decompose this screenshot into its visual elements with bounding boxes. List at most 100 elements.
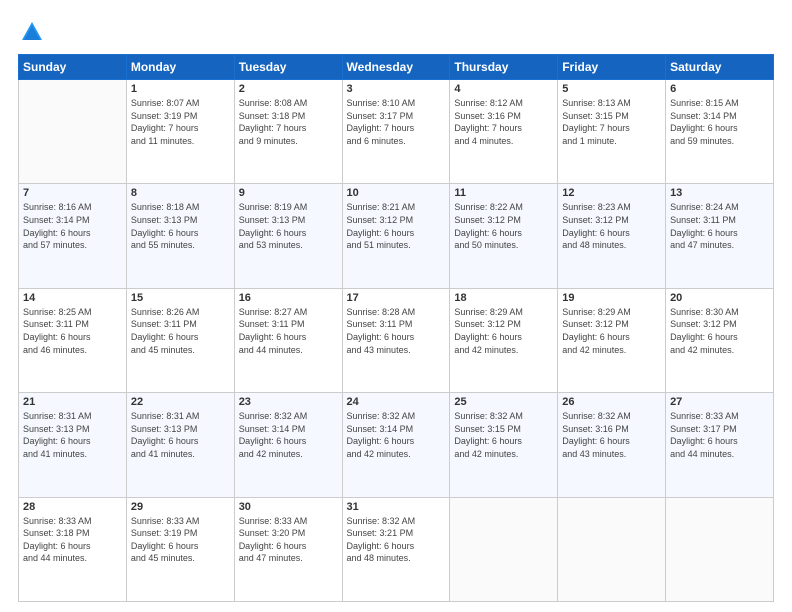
day-info: Sunrise: 8:08 AM Sunset: 3:18 PM Dayligh… [239,97,338,147]
day-number: 21 [23,396,122,408]
calendar-day-cell: 21 Sunrise: 8:31 AM Sunset: 3:13 PM Dayli… [19,393,127,497]
calendar-day-cell: 29 Sunrise: 8:33 AM Sunset: 3:19 PM Dayli… [126,497,234,601]
day-info: Sunrise: 8:31 AM Sunset: 3:13 PM Dayligh… [23,410,122,460]
calendar-day-cell: 28Sunrise: 8:33 AM Sunset: 3:18 PM Dayli… [19,497,127,601]
day-info: Sunrise: 8:27 AM Sunset: 3:11 PM Dayligh… [239,306,338,356]
day-number: 18 [454,292,553,304]
day-number: 16 [239,292,338,304]
day-number: 3 [347,83,446,95]
calendar-day-cell [558,497,666,601]
calendar-day-cell: 27 Sunrise: 8:33 AM Sunset: 3:17 PM Dayli… [666,393,774,497]
day-info: Sunrise: 8:29 AM Sunset: 3:12 PM Dayligh… [562,306,661,356]
calendar-week-row: 7Sunrise: 8:16 AM Sunset: 3:14 PM Daylig… [19,184,774,288]
calendar-week-row: 21 Sunrise: 8:31 AM Sunset: 3:13 PM Dayli… [19,393,774,497]
dow-header: Monday [126,55,234,80]
calendar-day-cell: 18 Sunrise: 8:29 AM Sunset: 3:12 PM Dayli… [450,288,558,392]
day-number: 1 [131,83,230,95]
day-info: Sunrise: 8:33 AM Sunset: 3:17 PM Dayligh… [670,410,769,460]
day-number: 31 [347,501,446,513]
day-number: 9 [239,187,338,199]
day-number: 15 [131,292,230,304]
day-info: Sunrise: 8:22 AM Sunset: 3:12 PM Dayligh… [454,201,553,251]
calendar-day-cell: 13Sunrise: 8:24 AM Sunset: 3:11 PM Dayli… [666,184,774,288]
day-info: Sunrise: 8:29 AM Sunset: 3:12 PM Dayligh… [454,306,553,356]
day-number: 30 [239,501,338,513]
page: SundayMondayTuesdayWednesdayThursdayFrid… [0,0,792,612]
calendar-day-cell: 20 Sunrise: 8:30 AM Sunset: 3:12 PM Dayli… [666,288,774,392]
day-number: 6 [670,83,769,95]
day-info: Sunrise: 8:15 AM Sunset: 3:14 PM Dayligh… [670,97,769,147]
calendar-week-row: 14Sunrise: 8:25 AM Sunset: 3:11 PM Dayli… [19,288,774,392]
day-info: Sunrise: 8:32 AM Sunset: 3:21 PM Dayligh… [347,515,446,565]
calendar-table: SundayMondayTuesdayWednesdayThursdayFrid… [18,54,774,602]
day-number: 28 [23,501,122,513]
calendar-day-cell: 14Sunrise: 8:25 AM Sunset: 3:11 PM Dayli… [19,288,127,392]
dow-header: Friday [558,55,666,80]
calendar-day-cell: 19 Sunrise: 8:29 AM Sunset: 3:12 PM Dayli… [558,288,666,392]
day-number: 11 [454,187,553,199]
calendar-day-cell: 7Sunrise: 8:16 AM Sunset: 3:14 PM Daylig… [19,184,127,288]
day-number: 20 [670,292,769,304]
dow-header: Saturday [666,55,774,80]
calendar-day-cell: 16 Sunrise: 8:27 AM Sunset: 3:11 PM Dayli… [234,288,342,392]
day-number: 27 [670,396,769,408]
day-info: Sunrise: 8:33 AM Sunset: 3:19 PM Dayligh… [131,515,230,565]
day-number: 24 [347,396,446,408]
calendar-day-cell: 9Sunrise: 8:19 AM Sunset: 3:13 PM Daylig… [234,184,342,288]
day-number: 22 [131,396,230,408]
calendar-day-cell: 8 Sunrise: 8:18 AM Sunset: 3:13 PM Daylig… [126,184,234,288]
day-info: Sunrise: 8:23 AM Sunset: 3:12 PM Dayligh… [562,201,661,251]
day-info: Sunrise: 8:10 AM Sunset: 3:17 PM Dayligh… [347,97,446,147]
day-number: 14 [23,292,122,304]
day-info: Sunrise: 8:07 AM Sunset: 3:19 PM Dayligh… [131,97,230,147]
day-number: 26 [562,396,661,408]
calendar-day-cell: 25Sunrise: 8:32 AM Sunset: 3:15 PM Dayli… [450,393,558,497]
day-info: Sunrise: 8:28 AM Sunset: 3:11 PM Dayligh… [347,306,446,356]
day-number: 5 [562,83,661,95]
day-info: Sunrise: 8:21 AM Sunset: 3:12 PM Dayligh… [347,201,446,251]
day-number: 7 [23,187,122,199]
calendar-day-cell [19,80,127,184]
calendar-day-cell: 4 Sunrise: 8:12 AM Sunset: 3:16 PM Daylig… [450,80,558,184]
day-info: Sunrise: 8:32 AM Sunset: 3:16 PM Dayligh… [562,410,661,460]
header [18,18,774,46]
logo-icon [18,18,46,46]
days-of-week-row: SundayMondayTuesdayWednesdayThursdayFrid… [19,55,774,80]
calendar-day-cell: 2 Sunrise: 8:08 AM Sunset: 3:18 PM Daylig… [234,80,342,184]
calendar-day-cell: 3 Sunrise: 8:10 AM Sunset: 3:17 PM Daylig… [342,80,450,184]
dow-header: Tuesday [234,55,342,80]
calendar-day-cell: 23Sunrise: 8:32 AM Sunset: 3:14 PM Dayli… [234,393,342,497]
calendar-day-cell: 31 Sunrise: 8:32 AM Sunset: 3:21 PM Dayli… [342,497,450,601]
day-number: 8 [131,187,230,199]
day-number: 19 [562,292,661,304]
calendar-day-cell: 10Sunrise: 8:21 AM Sunset: 3:12 PM Dayli… [342,184,450,288]
day-info: Sunrise: 8:12 AM Sunset: 3:16 PM Dayligh… [454,97,553,147]
dow-header: Wednesday [342,55,450,80]
calendar-day-cell: 11 Sunrise: 8:22 AM Sunset: 3:12 PM Dayli… [450,184,558,288]
day-info: Sunrise: 8:31 AM Sunset: 3:13 PM Dayligh… [131,410,230,460]
calendar-day-cell: 17 Sunrise: 8:28 AM Sunset: 3:11 PM Dayli… [342,288,450,392]
calendar-body: 1 Sunrise: 8:07 AM Sunset: 3:19 PM Daylig… [19,80,774,602]
calendar-day-cell: 15Sunrise: 8:26 AM Sunset: 3:11 PM Dayli… [126,288,234,392]
day-info: Sunrise: 8:32 AM Sunset: 3:14 PM Dayligh… [239,410,338,460]
logo [18,18,50,46]
day-info: Sunrise: 8:32 AM Sunset: 3:14 PM Dayligh… [347,410,446,460]
day-number: 2 [239,83,338,95]
day-number: 4 [454,83,553,95]
calendar-day-cell: 22 Sunrise: 8:31 AM Sunset: 3:13 PM Dayli… [126,393,234,497]
calendar-day-cell: 6 Sunrise: 8:15 AM Sunset: 3:14 PM Daylig… [666,80,774,184]
calendar-day-cell: 5 Sunrise: 8:13 AM Sunset: 3:15 PM Daylig… [558,80,666,184]
dow-header: Thursday [450,55,558,80]
day-info: Sunrise: 8:30 AM Sunset: 3:12 PM Dayligh… [670,306,769,356]
day-number: 13 [670,187,769,199]
day-number: 29 [131,501,230,513]
dow-header: Sunday [19,55,127,80]
calendar-week-row: 28Sunrise: 8:33 AM Sunset: 3:18 PM Dayli… [19,497,774,601]
day-info: Sunrise: 8:13 AM Sunset: 3:15 PM Dayligh… [562,97,661,147]
day-info: Sunrise: 8:18 AM Sunset: 3:13 PM Dayligh… [131,201,230,251]
calendar-day-cell: 24 Sunrise: 8:32 AM Sunset: 3:14 PM Dayli… [342,393,450,497]
calendar-day-cell: 12Sunrise: 8:23 AM Sunset: 3:12 PM Dayli… [558,184,666,288]
day-number: 17 [347,292,446,304]
calendar-day-cell [666,497,774,601]
day-info: Sunrise: 8:32 AM Sunset: 3:15 PM Dayligh… [454,410,553,460]
